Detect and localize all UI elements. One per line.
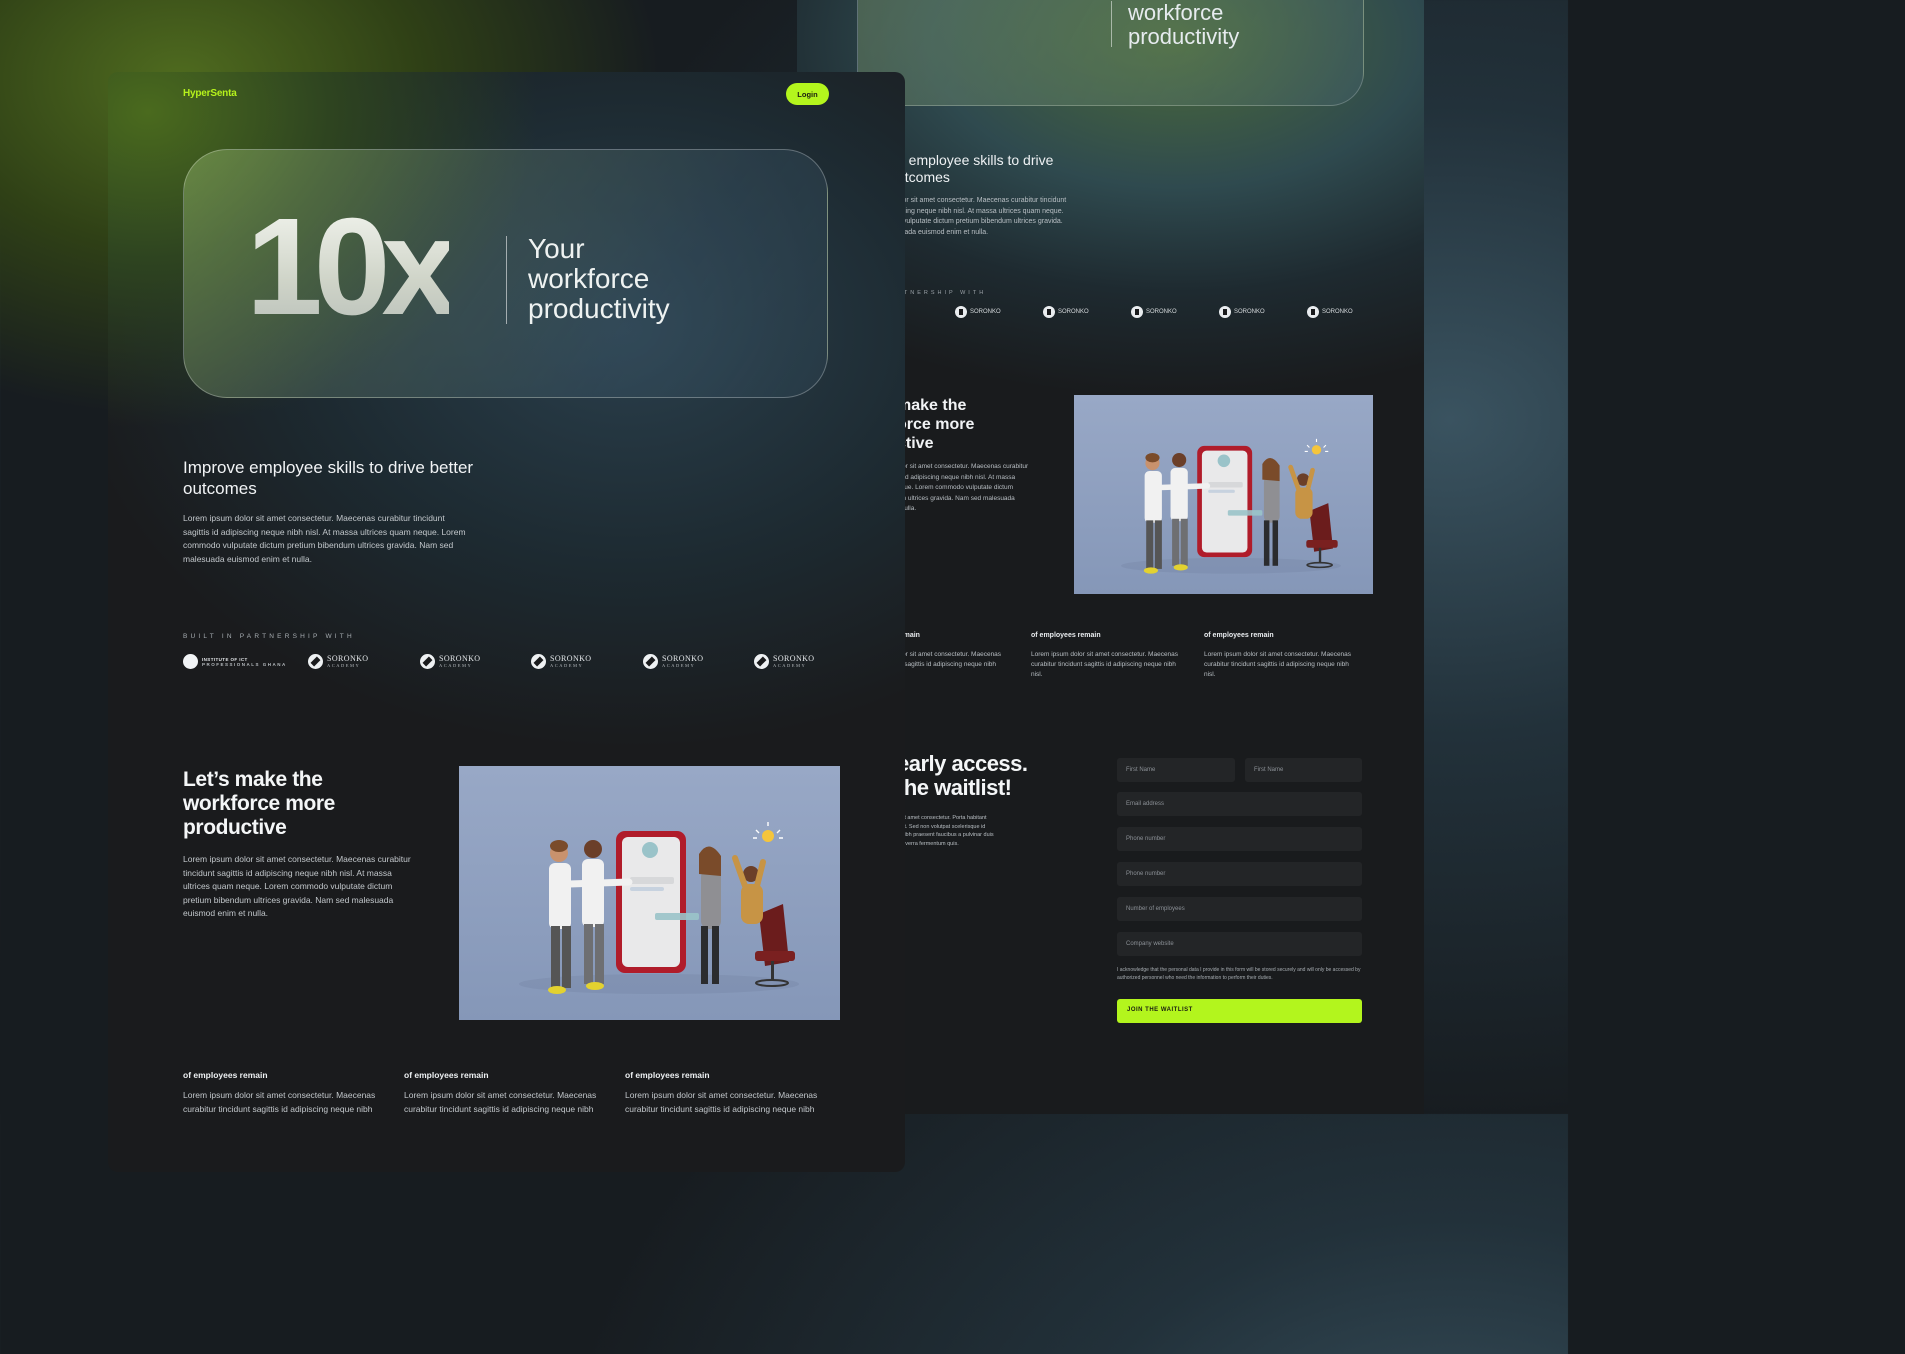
stat-title: of employees remain [625,1070,710,1080]
soronko-icon [308,654,323,669]
back-logo-soronko: SORONKO [955,306,1001,318]
stat-body: Lorem ipsum dolor sit amet consectetur. … [625,1090,818,1114]
partner-label: BUILT IN PARTNERSHIP WITH [183,633,355,640]
back-hero-card: 10x workforce productivity [857,0,1364,106]
website-field[interactable]: Company website [1117,932,1362,956]
partner-logo-soronko: SORONKO ACADEMY [420,654,480,669]
back-hero-big: 10x [906,0,1108,8]
back-stat-body: olor sit amet consectetur. Maecenas nt s… [897,651,1002,668]
back-logo-soronko: SORONKO [1307,306,1353,318]
waitlist-body: r sit amet consectetur. Porta habitant n… [897,815,994,847]
partner-logo-soronko: SORONKO ACADEMY [308,654,368,669]
back-partner-label: RTNERSHIP WITH [897,290,987,296]
first-name-field-2[interactable]: First Name [1245,758,1362,782]
hero-card: 10x Your workforce productivity [183,149,828,398]
back-hero-tagline: workforce productivity [1128,0,1240,49]
email-field[interactable]: Email address [1117,792,1362,816]
hero-divider [506,236,507,324]
ict-icon [183,654,198,669]
partner-logo-soronko: SORONKO ACADEMY [754,654,814,669]
join-waitlist-button[interactable]: JOIN THE WAITLIST [1117,999,1362,1023]
soronko-icon [420,654,435,669]
phone-field-2[interactable]: Phone number [1117,862,1362,886]
back-stat-title: of employees remain [1031,632,1101,639]
phone-field[interactable]: Phone number [1117,827,1362,851]
stat-body: Lorem ipsum dolor sit amet consectetur. … [404,1090,597,1114]
back-logo-soronko: SORONKO [1219,306,1265,318]
soronko-icon [643,654,658,669]
stat-body: Lorem ipsum dolor sit amet consectetur. … [183,1090,376,1114]
back-make-heading: make the orce more ctive [897,397,975,452]
first-name-field[interactable]: First Name [1117,758,1235,782]
team-illustration [1074,395,1373,594]
brand-logo[interactable]: HyperSenta [183,88,237,99]
front-page-frame: HyperSenta Login 10x Your workforce prod… [108,72,905,1172]
back-improve-heading: e employee skills to drive utcomes [897,152,1054,185]
make-heading: Let’s make the workforce more productive [183,768,335,839]
back-improve-body: olor sit amet consectetur. Maecenas cura… [897,197,1067,236]
hero-big-number: 10x [246,190,458,344]
waitlist-heading: early access. the waitlist! [897,751,1028,800]
soronko-icon [1131,306,1143,318]
soronko-icon [1043,306,1055,318]
partner-logo-soronko: SORONKO ACADEMY [531,654,591,669]
stat-title: of employees remain [404,1070,489,1080]
soronko-icon [955,306,967,318]
back-hero-divider [1111,1,1112,47]
login-button[interactable]: Login [786,83,829,105]
back-make-body: olor sit amet consectetur. Maecenas cura… [897,463,1029,512]
team-illustration [459,766,840,1020]
consent-text: I acknowledge that the personal data I p… [1117,967,1361,981]
improve-heading: Improve employee skills to drive better … [183,458,474,498]
back-logo-soronko: SORONKO [1043,306,1089,318]
hero-tagline: Your workforce productivity [528,233,670,324]
soronko-icon [1219,306,1231,318]
soronko-icon [754,654,769,669]
partner-logo-soronko: SORONKO ACADEMY [643,654,703,669]
back-stat-title: of employees remain [1204,632,1274,639]
employees-field[interactable]: Number of employees [1117,897,1362,921]
partner-logo-ict: INSTITUTE OF ICT PROFESSIONALS GHANA [183,654,287,669]
stat-title: of employees remain [183,1070,268,1080]
back-stat-body: Lorem ipsum dolor sit amet consectetur. … [1204,651,1352,678]
back-logo-soronko: SORONKO [1131,306,1177,318]
back-stat-body: Lorem ipsum dolor sit amet consectetur. … [1031,651,1179,678]
make-body: Lorem ipsum dolor sit amet consectetur. … [183,854,411,919]
soronko-icon [531,654,546,669]
improve-body: Lorem ipsum dolor sit amet consectetur. … [183,513,466,564]
soronko-icon [1307,306,1319,318]
